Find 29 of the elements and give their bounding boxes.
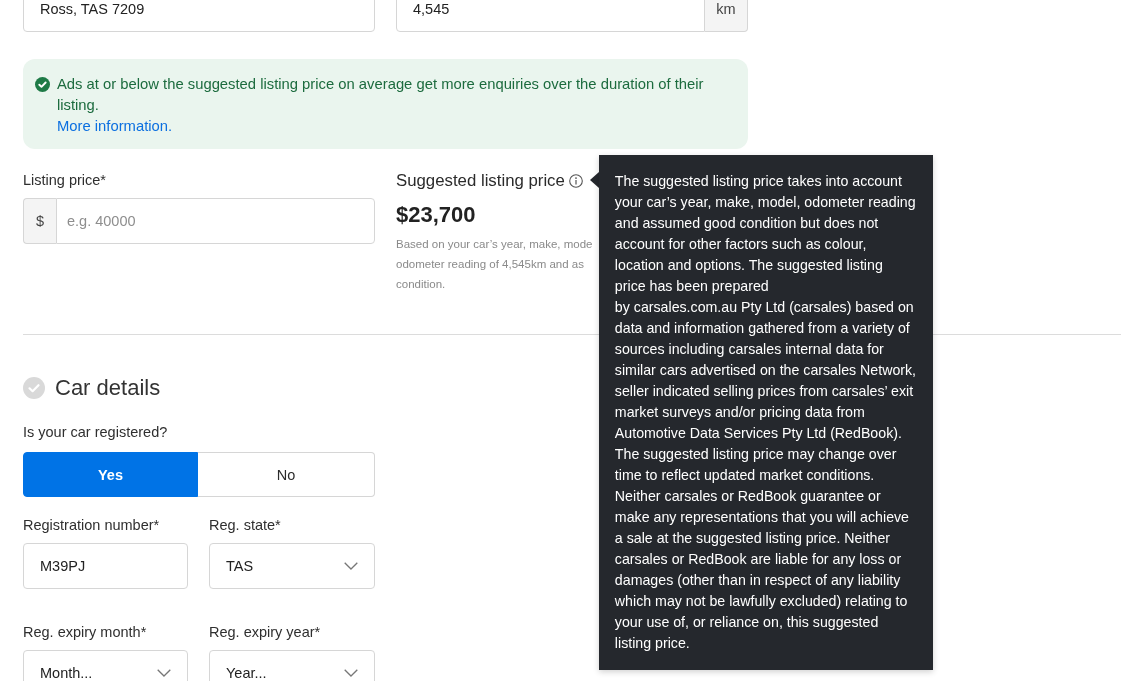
toggle-option[interactable]: Yes: [23, 452, 198, 497]
field-label: Registration number*: [23, 516, 160, 534]
more-information-link[interactable]: More information.: [57, 116, 173, 137]
alert-message: Ads at or below the suggested listing price on average get more enquiries over the duration of their listing.: [57, 75, 705, 115]
currency-prefix: $: [23, 198, 56, 244]
chevron-down-icon: [344, 669, 358, 677]
info-icon[interactable]: [568, 174, 583, 188]
suggested-price-amount: $23,700: [396, 202, 476, 228]
section-heading: Car details: [55, 375, 161, 401]
price-input[interactable]: e.g. 40000: [56, 198, 375, 244]
registration-input[interactable]: M39PJ: [23, 543, 188, 589]
unit-addon: km: [705, 0, 748, 32]
question-label: Is your car registered?: [23, 423, 168, 441]
location-input[interactable]: Ross, TAS 7209: [23, 0, 375, 32]
suggested-price-label: Suggested listing price: [396, 171, 565, 191]
select-dropdown[interactable]: TAS: [209, 543, 375, 589]
select-dropdown[interactable]: Month...: [23, 650, 188, 681]
tooltip-text: The suggested listing price takes into account your car’s year, make, model, odometer reading and assumed good condition but does not account for other factors such as colour, location and options. The suggested listing price has been prepared by carsales.com.au Pty Ltd (carsales) based on data and information gathered from a variety of sources including carsales internal data for similar cars advertised on the carsales Network, seller indicated selling prices from carsales’ exit market surveys and/or pricing data from Automotive Data Services Pty Ltd (RedBook). The suggested listing price may change over time to reflect updated market conditions. Neither carsales or RedBook guarantee or make any representations that you will achieve a sale at the suggested listing price. Neither carsales or RedBook are liable for any loss or damages (other than in respect of any liability which may not be lawfully excluded) relating to your use of, or reliance on, this suggested listing price.: [614, 172, 917, 653]
odometer-input[interactable]: 4,545: [396, 0, 705, 32]
toggle-option[interactable]: No: [198, 452, 375, 497]
chevron-down-icon: [344, 562, 358, 570]
select-dropdown[interactable]: Year...: [209, 650, 375, 681]
field-label: Reg. expiry month*: [23, 623, 147, 641]
field-label: Listing price*: [23, 171, 106, 189]
check-circle-icon: [35, 77, 50, 92]
price-note: Based on your car’s year, make, mode odometer reading of 4,545km and as condition.: [396, 237, 593, 292]
field-label: Reg. state*: [209, 516, 281, 534]
chevron-down-icon: [157, 669, 171, 677]
field-label: Reg. expiry year*: [209, 623, 321, 641]
